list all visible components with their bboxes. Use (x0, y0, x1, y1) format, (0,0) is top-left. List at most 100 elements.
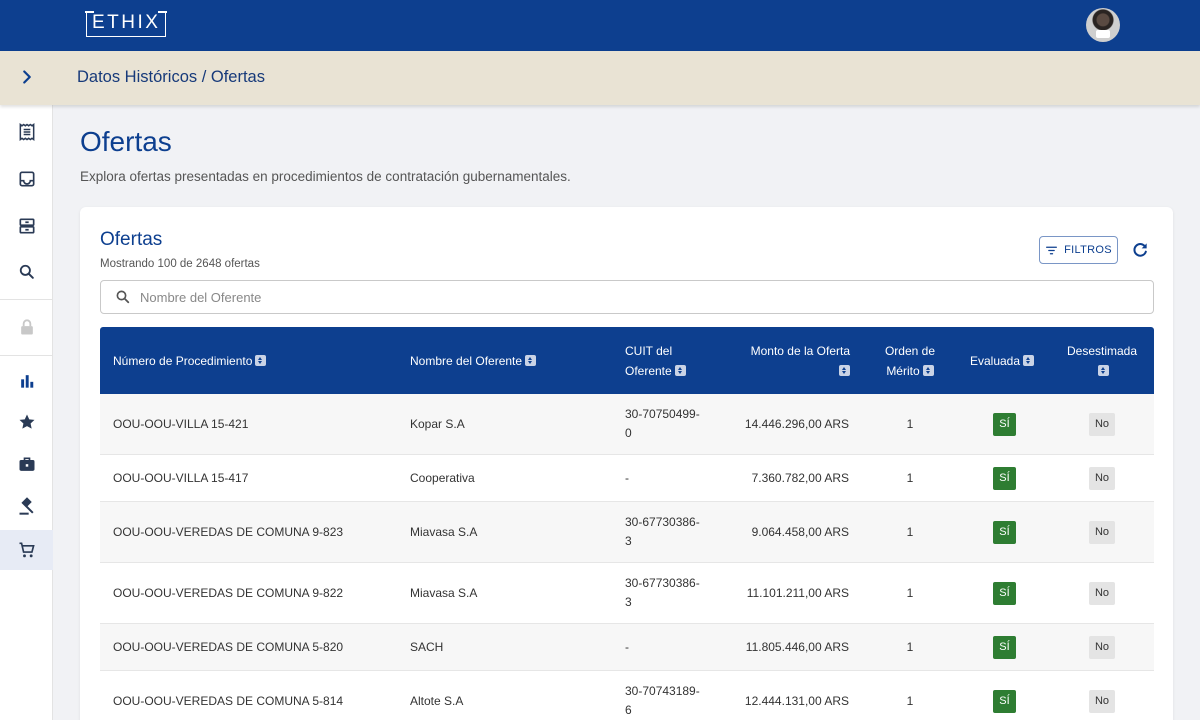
desestimada-cell: No (1055, 671, 1149, 720)
sort-icon[interactable] (525, 355, 537, 366)
status-badge: SÍ (993, 581, 1016, 605)
sort-icon[interactable] (839, 364, 850, 376)
orden-cell: 1 (906, 693, 914, 708)
procedimiento-cell: OOU-OOU-VILLA 15-417 (113, 470, 249, 485)
oferente-cell: Miavasa S.A (410, 585, 478, 600)
sidebar-divider (0, 355, 53, 356)
desestimada-cell: No (1055, 455, 1149, 501)
sidebar-item-portfolio[interactable] (0, 445, 53, 485)
filters-button[interactable]: FILTROS (1039, 236, 1118, 264)
star-icon (19, 414, 34, 429)
sidebar (0, 105, 53, 720)
oferente-search-input[interactable] (140, 289, 1040, 305)
table-row[interactable]: OOU-OOU-VEREDAS DE COMUNA 9-823 Miavasa … (100, 502, 1154, 563)
sidebar-divider (0, 299, 53, 300)
filters-button-label: FILTROS (1064, 244, 1112, 256)
sidebar-item-inbox[interactable] (0, 159, 53, 199)
sidebar-item-archive[interactable] (0, 206, 53, 246)
evaluada-cell: SÍ (962, 455, 1047, 501)
oferente-cell: SACH (410, 639, 444, 654)
sidebar-item-legal[interactable] (0, 487, 53, 527)
sidebar-item-offers[interactable] (0, 530, 53, 570)
column-header-orden[interactable]: Orden de Mérito (870, 327, 950, 394)
cart-icon (19, 542, 35, 558)
user-avatar[interactable] (1086, 8, 1120, 42)
monto-cell: 12.444.131,00 ARS (744, 693, 849, 708)
offers-card: Ofertas Mostrando 100 de 2648 ofertas FI… (80, 207, 1173, 720)
status-badge: SÍ (993, 466, 1016, 490)
orden-cell: 1 (906, 585, 914, 600)
expand-sidebar-button[interactable] (16, 66, 38, 88)
desestimada-cell: No (1055, 394, 1149, 454)
monto-cell: 11.101.211,00 ARS (746, 585, 849, 600)
lock-icon (20, 319, 33, 335)
monto-cell: 14.446.296,00 ARS (744, 416, 849, 431)
archive-icon (19, 218, 34, 234)
app-logo[interactable]: ETHIX (85, 11, 168, 37)
status-badge: No (1088, 412, 1116, 436)
briefcase-icon (19, 457, 34, 471)
offers-table: Número de Procedimiento Nombre del Ofere… (100, 327, 1154, 720)
breadcrumb: Datos Históricos / Ofertas (77, 68, 265, 86)
inbox-icon (19, 171, 34, 187)
column-header-procedimiento[interactable]: Número de Procedimiento (113, 327, 393, 394)
oferente-cell: Cooperativa (410, 470, 475, 485)
sidebar-item-search[interactable] (0, 252, 53, 292)
procedimiento-cell: OOU-OOU-VEREDAS DE COMUNA 5-820 (113, 639, 344, 654)
oferente-cell: Altote S.A (410, 693, 464, 708)
status-badge: SÍ (993, 412, 1016, 436)
table-row[interactable]: OOU-OOU-VEREDAS DE COMUNA 5-820 SACH - 1… (100, 624, 1154, 671)
column-header-oferente[interactable]: Nombre del Oferente (410, 327, 610, 394)
sidebar-item-stats[interactable] (0, 361, 53, 401)
status-badge: No (1088, 689, 1116, 713)
search-icon (116, 290, 130, 304)
search-icon (19, 264, 34, 279)
bar-chart-icon (20, 375, 33, 388)
cuit-cell: - (625, 470, 629, 485)
evaluada-cell: SÍ (962, 563, 1047, 623)
refresh-icon (1133, 243, 1147, 257)
status-badge: No (1088, 581, 1116, 605)
status-badge: SÍ (993, 635, 1016, 659)
monto-cell: 9.064.458,00 ARS (751, 524, 849, 539)
cuit-cell: 30-70750499- 0 (625, 407, 700, 440)
monto-cell: 11.805.446,00 ARS (745, 639, 849, 654)
cuit-cell: 30-70743189- 6 (625, 684, 700, 717)
table-row[interactable]: OOU-OOU-VILLA 15-417 Cooperativa - 7.360… (100, 455, 1154, 502)
desestimada-cell: No (1055, 502, 1149, 562)
orden-cell: 1 (906, 639, 914, 654)
status-badge: SÍ (993, 689, 1016, 713)
orden-cell: 1 (906, 524, 914, 539)
column-header-cuit[interactable]: CUIT del Oferente (625, 327, 715, 394)
table-row[interactable]: OOU-OOU-VEREDAS DE COMUNA 5-814 Altote S… (100, 671, 1154, 720)
sidebar-item-locked (0, 307, 53, 347)
monto-cell: 7.360.782,00 ARS (751, 470, 849, 485)
status-badge: No (1088, 520, 1116, 544)
sort-icon[interactable] (922, 364, 934, 376)
sidebar-item-receipts[interactable] (0, 112, 53, 152)
evaluada-cell: SÍ (962, 394, 1047, 454)
table-header: Número de Procedimiento Nombre del Ofere… (100, 327, 1154, 394)
status-badge: SÍ (993, 520, 1016, 544)
cuit-cell: 30-67730386- 3 (625, 515, 700, 548)
procedimiento-cell: OOU-OOU-VILLA 15-421 (113, 416, 249, 431)
page-subtitle: Explora ofertas presentadas en procedimi… (80, 169, 571, 184)
sort-icon[interactable] (1098, 364, 1109, 376)
sort-icon[interactable] (255, 355, 267, 366)
sidebar-item-favorites[interactable] (0, 402, 53, 442)
column-header-evaluada[interactable]: Evaluada (962, 327, 1042, 394)
table-row[interactable]: OOU-OOU-VEREDAS DE COMUNA 9-822 Miavasa … (100, 563, 1154, 624)
evaluada-cell: SÍ (962, 502, 1047, 562)
refresh-button[interactable] (1129, 239, 1151, 261)
procedimiento-cell: OOU-OOU-VEREDAS DE COMUNA 9-822 (113, 585, 344, 600)
orden-cell: 1 (906, 470, 914, 485)
filter-list-icon (1046, 246, 1058, 254)
evaluada-cell: SÍ (962, 671, 1047, 720)
column-header-monto[interactable]: Monto de la Oferta (730, 327, 850, 394)
sort-icon[interactable] (1023, 355, 1035, 366)
top-app-bar: ETHIX (0, 0, 1200, 51)
page-title: Ofertas (80, 126, 172, 157)
column-header-desestimada[interactable]: Desestimada (1055, 327, 1149, 394)
sort-icon[interactable] (674, 364, 686, 376)
table-row[interactable]: OOU-OOU-VILLA 15-421 Kopar S.A 30-707504… (100, 394, 1154, 455)
